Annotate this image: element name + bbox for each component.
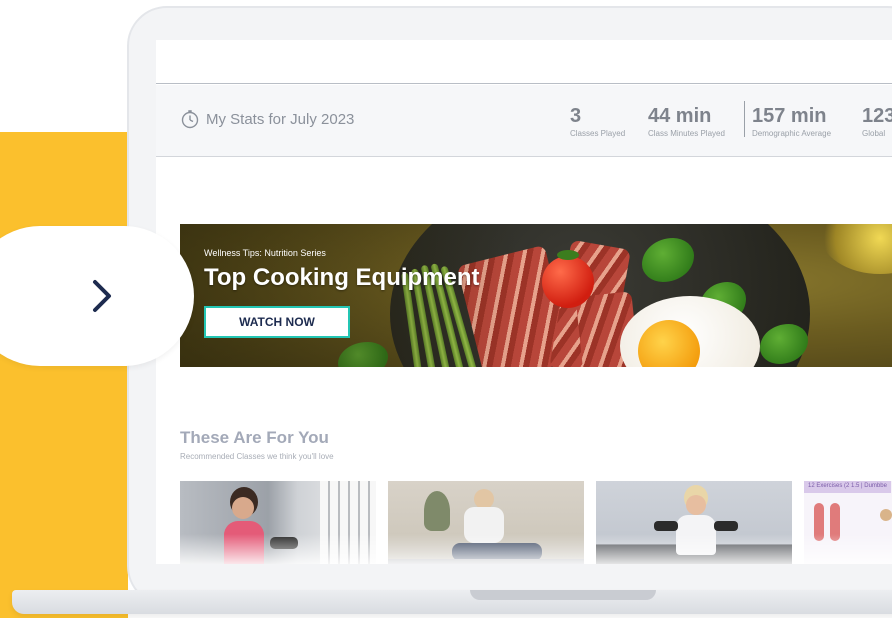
- banner-kicker: Wellness Tips: Nutrition Series: [204, 248, 326, 258]
- stat-value: 44 min: [648, 105, 712, 127]
- laptop-base-notch: [470, 590, 656, 600]
- stats-title-text: My Stats for July 2023: [206, 110, 355, 128]
- class-card[interactable]: [388, 481, 584, 564]
- class-card[interactable]: [596, 481, 792, 564]
- banner-oil-image: [820, 224, 892, 274]
- stat-global: 123 Global: [862, 105, 892, 138]
- laptop-base: [12, 590, 892, 614]
- stat-value: 157 min: [752, 105, 827, 127]
- banner-title: Top Cooking Equipment: [204, 264, 480, 291]
- stat-divider: [744, 101, 745, 137]
- stat-class-minutes: 44 min Class Minutes Played: [648, 105, 725, 138]
- watch-now-button[interactable]: WATCH NOW: [204, 306, 350, 338]
- stats-heading: My Stats for July 2023: [180, 109, 354, 129]
- stat-label: Classes Played: [570, 129, 626, 138]
- stat-label: Class Minutes Played: [648, 129, 725, 138]
- stopwatch-icon: [181, 110, 199, 129]
- stat-value: 123: [862, 105, 892, 127]
- chevron-right-icon: [93, 280, 111, 312]
- stat-value: 3: [570, 105, 582, 127]
- stats-bar: My Stats for July 2023 3 Classes Played …: [156, 85, 892, 157]
- app-screen: My Stats for July 2023 3 Classes Played …: [156, 40, 892, 564]
- section-title: These Are For You: [180, 428, 329, 447]
- banner-tomato-image: [542, 256, 594, 308]
- carousel-next-button[interactable]: [0, 226, 194, 366]
- stat-label: Demographic Average: [752, 129, 832, 138]
- class-card[interactable]: 12 Exercises (2 1.5 | Dumbbe: [804, 481, 892, 564]
- section-subtitle: Recommended Classes we think you'll love: [180, 452, 334, 461]
- class-card-image: [596, 481, 792, 564]
- banner-shade: [180, 224, 520, 367]
- stat-demographic-average: 157 min Demographic Average: [752, 105, 831, 138]
- class-card-image: [388, 481, 584, 564]
- banner-tomato-stem: [557, 250, 579, 260]
- class-card-image: [804, 481, 892, 564]
- accent-yellow-block: [0, 132, 128, 618]
- promo-banner[interactable]: Wellness Tips: Nutrition Series Top Cook…: [180, 224, 892, 367]
- class-card-tag: 12 Exercises (2 1.5 | Dumbbe: [804, 481, 891, 493]
- stat-classes-played: 3 Classes Played: [570, 105, 625, 138]
- class-card[interactable]: [180, 481, 376, 564]
- top-nav-bar: [156, 40, 892, 84]
- class-card-image: [180, 481, 376, 564]
- stat-label: Global: [862, 129, 886, 138]
